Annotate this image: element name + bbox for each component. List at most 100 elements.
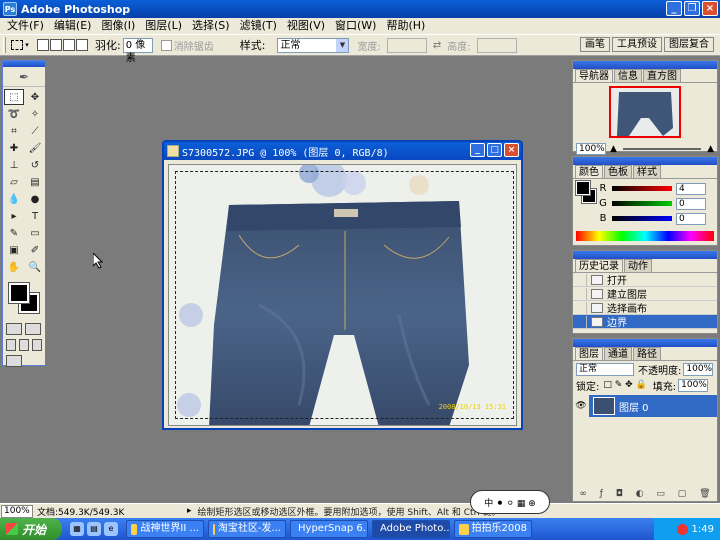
menu-view[interactable]: 视图(V) [282, 18, 330, 34]
tab-paths[interactable]: 路径 [633, 347, 661, 360]
pen-tool-icon[interactable]: ✎ [4, 225, 24, 241]
app-titlebar[interactable]: Ps Adobe Photoshop _ ❐ × [0, 0, 720, 18]
link-layers-icon[interactable]: ∞ [579, 489, 587, 499]
subtract-selection-icon[interactable] [63, 39, 75, 51]
healing-brush-tool-icon[interactable]: ✚ [4, 140, 24, 156]
add-selection-icon[interactable] [50, 39, 62, 51]
r-channel-slider[interactable] [612, 186, 672, 191]
tab-info[interactable]: 信息 [614, 69, 642, 82]
adobe-feather-icon[interactable]: ✒ [3, 67, 45, 87]
blur-tool-icon[interactable]: 💧 [4, 191, 24, 207]
taskbar-item[interactable]: 拍拍乐2008 [454, 520, 532, 538]
jump-to-imageready-icon[interactable] [6, 355, 22, 367]
eraser-tool-icon[interactable]: ▱ [4, 174, 24, 190]
zoom-in-icon[interactable]: ▲ [707, 144, 714, 154]
marquee-tool-icon[interactable]: ⬚ [4, 89, 24, 105]
tab-layers[interactable]: 图层 [575, 347, 603, 360]
tool-preset-picker[interactable]: ▾ [9, 37, 31, 53]
intersect-selection-icon[interactable] [76, 39, 88, 51]
b-channel-value[interactable]: 0 [676, 212, 706, 225]
zoom-tool-icon[interactable]: 🔍 [25, 259, 45, 275]
lock-icons[interactable]: □ ✎ ✥ 🔒 [603, 380, 646, 390]
menu-window[interactable]: 窗口(W) [330, 18, 381, 34]
navigator-thumbnail[interactable] [609, 86, 681, 138]
menu-filter[interactable]: 滤镜(T) [235, 18, 282, 34]
history-snapshot-cell[interactable] [573, 287, 587, 300]
tab-navigator[interactable]: 导航器 [575, 69, 613, 82]
menu-help[interactable]: 帮助(H) [381, 18, 430, 34]
brush-tool-icon[interactable]: 🖌 [25, 140, 45, 156]
taskbar-item[interactable]: HyperSnap 6... [290, 520, 368, 538]
document-window[interactable]: S7300572.JPG @ 100% (图层 0, RGB/8) _ □ × [162, 140, 523, 430]
new-group-icon[interactable]: ▭ [656, 489, 665, 499]
new-fill-layer-icon[interactable]: ◐ [636, 489, 644, 499]
palette-well-brushes[interactable]: 画笔 [580, 37, 610, 52]
g-channel-value[interactable]: 0 [676, 197, 706, 210]
style-select[interactable]: 正常 ▼ [277, 37, 350, 53]
history-item-border[interactable]: 边界 [573, 315, 717, 329]
history-item-new-layer[interactable]: 建立图层 [573, 287, 717, 301]
opacity-input[interactable]: 100% [683, 362, 714, 376]
dodge-tool-icon[interactable]: ● [25, 191, 45, 207]
layers-panel-header[interactable] [573, 339, 717, 347]
slice-tool-icon[interactable]: ⟋ [25, 123, 45, 139]
layer-style-icon[interactable]: ƒ [600, 489, 603, 499]
document-titlebar[interactable]: S7300572.JPG @ 100% (图层 0, RGB/8) _ □ × [164, 142, 521, 160]
clock[interactable]: 1:49 [692, 524, 714, 535]
notes-tool-icon[interactable]: ▣ [4, 242, 24, 258]
color-panel-header[interactable] [573, 157, 717, 165]
new-layer-icon[interactable]: ▢ [678, 489, 687, 499]
history-snapshot-cell[interactable] [573, 315, 587, 328]
type-tool-icon[interactable]: T [25, 208, 45, 224]
gradient-tool-icon[interactable]: ▤ [25, 174, 45, 190]
tab-swatches[interactable]: 色板 [604, 165, 632, 178]
tab-color[interactable]: 颜色 [575, 165, 603, 178]
quick-mask-mode-icon[interactable] [25, 323, 41, 335]
feather-input[interactable]: 0 像素 [122, 37, 153, 64]
options-grip[interactable] [3, 37, 6, 53]
screen-mode-standard-icon[interactable] [6, 339, 16, 351]
history-snapshot-cell[interactable] [573, 301, 587, 314]
antialias-checkbox[interactable] [160, 39, 172, 51]
eye-icon[interactable]: 👁 [573, 395, 589, 417]
screen-mode-full-icon[interactable] [32, 339, 42, 351]
image-canvas[interactable]: 2008/10/13 15:31 [168, 164, 517, 426]
minimize-button[interactable]: _ [666, 1, 682, 16]
move-tool-icon[interactable]: ✥ [25, 89, 45, 105]
eyedropper-tool-icon[interactable]: ✐ [25, 242, 45, 258]
menu-layer[interactable]: 图层(L) [140, 18, 187, 34]
tab-histogram[interactable]: 直方图 [643, 69, 681, 82]
color-panel-foreground-swatch[interactable] [575, 180, 591, 196]
foreground-color-swatch[interactable] [8, 282, 30, 304]
start-button[interactable]: 开始 [0, 518, 62, 540]
screen-mode-menu-icon[interactable] [19, 339, 29, 351]
doc-close-button[interactable]: × [504, 143, 519, 157]
r-channel-value[interactable]: 4 [676, 182, 706, 195]
history-snapshot-cell[interactable] [573, 273, 587, 286]
clone-stamp-tool-icon[interactable]: ⊥ [4, 157, 24, 173]
g-channel-slider[interactable] [612, 201, 672, 206]
magic-wand-tool-icon[interactable]: ✧ [25, 106, 45, 122]
taskbar-item[interactable]: 淘宝社区-发... [208, 520, 286, 538]
standard-mode-icon[interactable] [6, 323, 22, 335]
history-panel-header[interactable] [573, 251, 717, 259]
history-brush-tool-icon[interactable]: ↺ [25, 157, 45, 173]
status-zoom-field[interactable]: 100% [1, 504, 33, 518]
quick-launch-icon[interactable]: ▦ [70, 522, 84, 536]
taskbar-item[interactable]: 战神世界II ... [126, 520, 204, 538]
doc-maximize-button[interactable]: □ [487, 143, 502, 157]
navigator-zoom-slider[interactable] [622, 148, 702, 150]
new-selection-icon[interactable] [37, 39, 49, 51]
zoom-out-icon[interactable]: ▲ [610, 144, 617, 154]
crop-tool-icon[interactable]: ⌗ [4, 123, 24, 139]
tray-app-icon[interactable] [676, 523, 688, 535]
menu-select[interactable]: 选择(S) [187, 18, 235, 34]
tab-styles[interactable]: 样式 [633, 165, 661, 178]
taskbar-item-active[interactable]: Adobe Photo... [372, 520, 450, 538]
status-doc-size[interactable]: 文档:549.3K/549.3K [37, 505, 187, 518]
menu-edit[interactable]: 编辑(E) [49, 18, 97, 34]
menu-file[interactable]: 文件(F) [2, 18, 49, 34]
hand-tool-icon[interactable]: ✋ [4, 259, 24, 275]
tab-history[interactable]: 历史记录 [575, 259, 623, 272]
history-item-select-canvas[interactable]: 选择画布 [573, 301, 717, 315]
